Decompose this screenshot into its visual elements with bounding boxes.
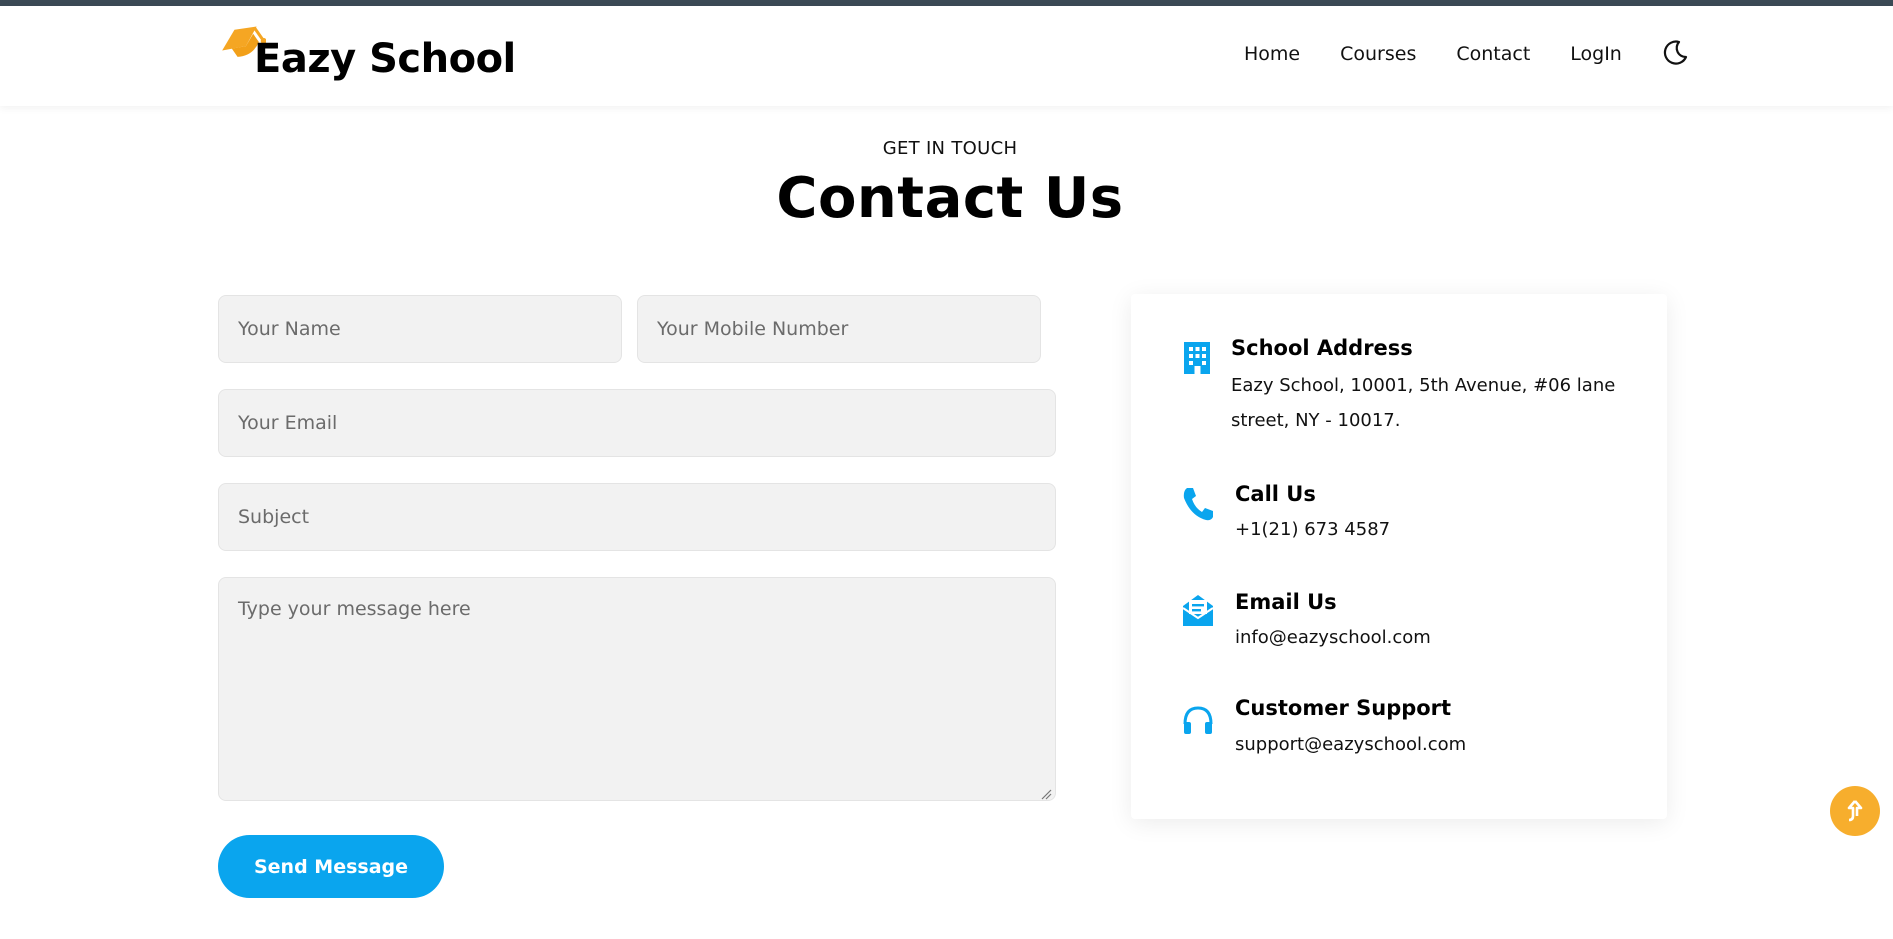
info-item-phone: Call Us +1(21) 673 4587 <box>1181 482 1641 556</box>
main-nav: Home Courses Contact LogIn <box>1244 40 1690 66</box>
resize-grip-icon[interactable] <box>1040 788 1052 800</box>
envelope-open-icon <box>1182 595 1214 626</box>
arrow-up-icon <box>1847 800 1863 822</box>
info-value: info@eazyschool.com <box>1235 627 1431 648</box>
phone-icon <box>1183 488 1213 521</box>
contact-info-card: School Address Eazy School, 10001, 5th A… <box>1131 294 1667 819</box>
info-item-support: Customer Support support@eazyschool.com <box>1181 696 1641 772</box>
scroll-to-top-button[interactable] <box>1830 786 1880 836</box>
headset-icon <box>1183 706 1213 734</box>
mobile-input[interactable] <box>637 295 1041 363</box>
brand-name: Eazy School <box>254 36 516 82</box>
send-message-button[interactable]: Send Message <box>218 835 444 898</box>
nav-item-home[interactable]: Home <box>1244 43 1300 65</box>
subject-input[interactable] <box>218 483 1056 551</box>
info-item-address: School Address Eazy School, 10001, 5th A… <box>1181 336 1641 450</box>
info-label: Call Us <box>1235 482 1316 506</box>
nav-item-login[interactable]: LogIn <box>1570 43 1622 65</box>
info-label: Customer Support <box>1235 696 1452 720</box>
info-value: street, NY - 10017. <box>1231 410 1401 431</box>
info-value: support@eazyschool.com <box>1235 734 1467 755</box>
site-header: Eazy School Home Courses Contact LogIn <box>0 6 1893 106</box>
message-textarea[interactable] <box>218 577 1056 801</box>
info-value: Eazy School, 10001, 5th Avenue, #06 lane <box>1231 375 1616 396</box>
info-value: +1(21) 673 4587 <box>1235 519 1391 540</box>
name-input[interactable] <box>218 295 622 363</box>
nav-item-contact[interactable]: Contact <box>1456 43 1530 65</box>
info-item-email: Email Us info@eazyschool.com <box>1181 590 1641 662</box>
info-label: Email Us <box>1235 590 1337 614</box>
info-label: School Address <box>1231 336 1413 360</box>
page-title: Contact Us <box>776 166 1124 231</box>
nav-item-courses[interactable]: Courses <box>1340 43 1416 65</box>
section-eyebrow: GET IN TOUCH <box>882 138 1018 159</box>
brand-logo-link[interactable]: Eazy School <box>218 12 516 92</box>
email-input[interactable] <box>218 389 1056 457</box>
building-icon <box>1184 342 1210 374</box>
moon-icon[interactable] <box>1662 38 1690 66</box>
